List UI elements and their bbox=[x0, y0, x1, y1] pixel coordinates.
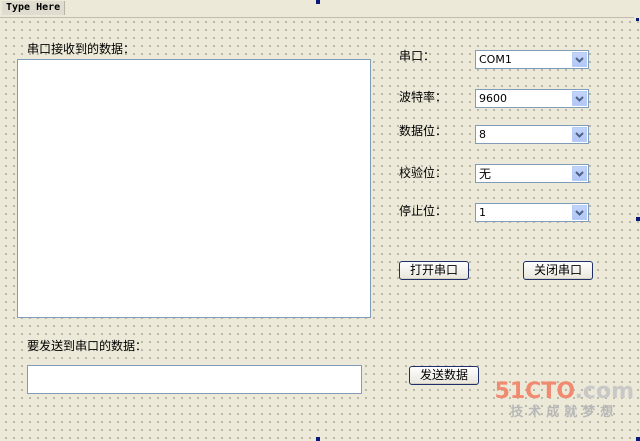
chevron-down-icon[interactable] bbox=[572, 166, 587, 181]
databits-label: 数据位： bbox=[399, 124, 448, 138]
chevron-down-icon[interactable] bbox=[572, 91, 587, 106]
parity-combo[interactable]: 无 bbox=[475, 164, 589, 183]
port-label: 串口： bbox=[399, 49, 436, 63]
stopbits-label: 停止位： bbox=[399, 204, 448, 218]
receive-textarea[interactable] bbox=[17, 59, 371, 318]
send-data-button[interactable]: 发送数据 bbox=[409, 366, 479, 385]
databits-combo[interactable]: 8 bbox=[475, 125, 589, 144]
menu-divider bbox=[0, 17, 634, 18]
watermark-suffix: .com bbox=[574, 379, 634, 404]
stopbits-combo[interactable]: 1 bbox=[475, 203, 589, 222]
resize-handle-bottom[interactable] bbox=[316, 437, 320, 441]
chevron-down-icon[interactable] bbox=[572, 205, 587, 220]
watermark-brand: 51CTO bbox=[494, 379, 575, 404]
send-input[interactable] bbox=[27, 365, 362, 394]
close-port-button[interactable]: 关闭串口 bbox=[523, 261, 593, 280]
baud-combo-value: 9600 bbox=[479, 92, 507, 105]
resize-handle-right[interactable] bbox=[636, 217, 640, 221]
parity-combo-value: 无 bbox=[479, 167, 492, 181]
menu-bar: Type Here bbox=[0, 0, 640, 16]
send-label: 要发送到串口的数据： bbox=[27, 339, 148, 353]
databits-combo-value: 8 bbox=[479, 128, 486, 141]
menu-item-type-here[interactable]: Type Here bbox=[2, 1, 66, 15]
resize-handle-corner[interactable] bbox=[636, 437, 640, 441]
port-combo-value: COM1 bbox=[479, 53, 512, 66]
parity-label: 校验位： bbox=[399, 166, 448, 180]
baud-combo[interactable]: 9600 bbox=[475, 89, 589, 108]
resize-handle-left-top[interactable] bbox=[636, 18, 639, 21]
chevron-down-icon[interactable] bbox=[572, 52, 587, 67]
stopbits-combo-value: 1 bbox=[479, 206, 486, 219]
open-port-button[interactable]: 打开串口 bbox=[399, 261, 469, 280]
port-combo[interactable]: COM1 bbox=[475, 50, 589, 69]
chevron-down-icon[interactable] bbox=[572, 127, 587, 142]
baud-label: 波特率： bbox=[399, 90, 448, 104]
watermark-tagline: 技术成就梦想 bbox=[510, 405, 619, 420]
resize-handle-top[interactable] bbox=[316, 0, 320, 4]
receive-label: 串口接收到的数据： bbox=[27, 42, 136, 56]
watermark-logo: 51CTO.com 技术成就梦想 bbox=[495, 380, 634, 422]
